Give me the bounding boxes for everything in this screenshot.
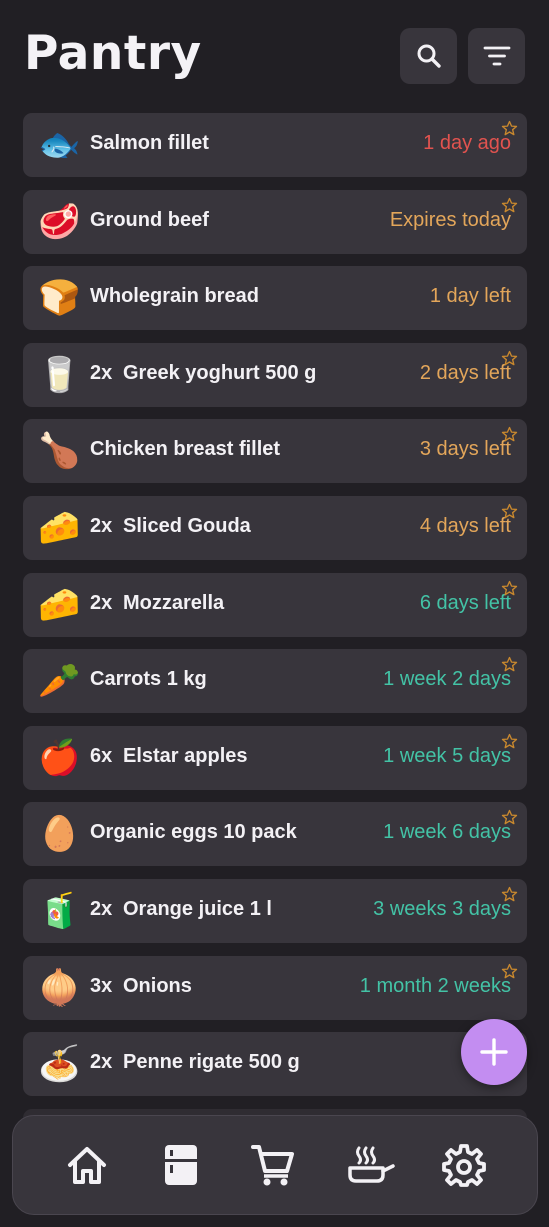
food-emoji-icon: 🍎 [38, 739, 81, 777]
search-button[interactable] [400, 28, 457, 84]
expiry-status: 3 days left [419, 438, 511, 460]
cart-icon [251, 1145, 294, 1186]
list-item[interactable]: 🧅 3x Onions 1 month 2 weeks [23, 956, 527, 1020]
nav-home[interactable] [62, 1140, 112, 1190]
list-item[interactable]: 🧀 2x Mozzarella 6 days left [23, 573, 527, 637]
list-item[interactable]: 🧃 2x Orange juice 1 l 3 weeks 3 days [23, 879, 527, 943]
food-emoji-icon: 🥕 [38, 662, 81, 700]
list-item[interactable]: 🥩 Ground beef Expires today [23, 190, 527, 254]
search-icon [417, 44, 441, 68]
item-name: Orange juice 1 l [123, 898, 272, 920]
food-emoji-icon: 🧀 [38, 586, 81, 624]
expiry-status: 1 week 2 days [383, 668, 511, 690]
expiry-status: Expires today [389, 209, 511, 231]
food-emoji-icon: 🍝 [38, 1045, 81, 1083]
expiry-status: 6 days left [419, 592, 511, 614]
add-item-button[interactable] [461, 1019, 527, 1085]
expiry-status: 1 week 5 days [383, 745, 511, 767]
filter-button[interactable] [468, 28, 525, 84]
item-name: Onions [123, 975, 192, 997]
item-quantity: 3x [90, 975, 113, 997]
food-emoji-icon: 🍞 [38, 279, 81, 317]
expiry-status: 1 day ago [423, 132, 511, 154]
food-emoji-icon: 🍗 [38, 432, 81, 470]
item-name: Wholegrain bread [90, 285, 259, 307]
expiry-status: 1 month 2 weeks [359, 975, 511, 997]
item-quantity: 2x [90, 1051, 113, 1073]
expiry-status: 3 weeks 3 days [373, 898, 511, 920]
item-name: Mozzarella [123, 592, 225, 614]
favorite-star-icon[interactable] [501, 580, 518, 597]
bottom-navigation [12, 1115, 538, 1215]
favorite-star-icon[interactable] [501, 197, 518, 214]
food-emoji-icon: 🥩 [38, 203, 81, 241]
favorite-star-icon[interactable] [501, 503, 518, 520]
list-item[interactable]: 🍎 6x Elstar apples 1 week 5 days [23, 726, 527, 790]
favorite-star-icon[interactable] [501, 886, 518, 903]
item-name: Organic eggs 10 pack [90, 821, 297, 843]
item-quantity: 6x [90, 745, 113, 767]
expiry-status: 4 days left [419, 515, 511, 537]
favorite-star-icon[interactable] [501, 656, 518, 673]
favorite-star-icon[interactable] [501, 809, 518, 826]
home-icon [68, 1147, 106, 1184]
food-emoji-icon: 🥚 [38, 815, 81, 853]
list-item[interactable]: 🍞 Wholegrain bread 1 day left [23, 266, 527, 330]
item-name: Salmon fillet [90, 132, 209, 154]
item-name: Penne rigate 500 g [123, 1051, 300, 1073]
favorite-star-icon[interactable] [501, 963, 518, 980]
plus-icon [480, 1038, 508, 1066]
gear-icon [442, 1144, 486, 1187]
nav-recipes[interactable] [346, 1140, 396, 1190]
fridge-icon [165, 1145, 197, 1185]
expiry-status: 1 day left [429, 285, 511, 307]
list-item[interactable]: 🍗 Chicken breast fillet 3 days left [23, 419, 527, 483]
favorite-star-icon[interactable] [501, 350, 518, 367]
page-title: Pantry [24, 26, 202, 81]
list-item[interactable]: 🐟 Salmon fillet 1 day ago [23, 113, 527, 177]
item-name: Chicken breast fillet [90, 438, 281, 460]
list-item[interactable]: 🧀 2x Sliced Gouda 4 days left [23, 496, 527, 560]
item-name: Carrots 1 kg [90, 668, 207, 690]
item-quantity: 2x [90, 362, 113, 384]
expiry-status: 1 week 6 days [383, 821, 511, 843]
item-quantity: 2x [90, 515, 113, 537]
list-item[interactable]: 🥕 Carrots 1 kg 1 week 2 days [23, 649, 527, 713]
item-quantity: 2x [90, 898, 113, 920]
filter-icon [483, 46, 510, 66]
favorite-star-icon[interactable] [501, 733, 518, 750]
food-emoji-icon: 🧀 [38, 509, 81, 547]
cooking-pot-icon [348, 1146, 395, 1183]
nav-pantry[interactable] [156, 1140, 206, 1190]
favorite-star-icon[interactable] [501, 426, 518, 443]
expiry-status: 2 days left [419, 362, 511, 384]
item-name: Elstar apples [123, 745, 248, 767]
item-name: Sliced Gouda [123, 515, 251, 537]
favorite-star-icon[interactable] [501, 120, 518, 137]
food-emoji-icon: 🐟 [38, 126, 81, 164]
nav-shopping[interactable] [248, 1140, 298, 1190]
food-emoji-icon: 🧅 [38, 969, 81, 1007]
item-name: Greek yoghurt 500 g [123, 362, 317, 384]
app-header: Pantry [0, 0, 549, 100]
list-item[interactable]: 🥛 2x Greek yoghurt 500 g 2 days left [23, 343, 527, 407]
list-item[interactable]: 🍝2xPenne rigate 500 g10 m [23, 1032, 527, 1096]
food-emoji-icon: 🧃 [38, 892, 81, 930]
nav-settings[interactable] [439, 1140, 489, 1190]
food-emoji-icon: 🥛 [38, 356, 81, 394]
list-item[interactable]: 🥚 Organic eggs 10 pack 1 week 6 days [23, 802, 527, 866]
item-quantity: 2x [90, 592, 113, 614]
item-name: Ground beef [90, 209, 209, 231]
